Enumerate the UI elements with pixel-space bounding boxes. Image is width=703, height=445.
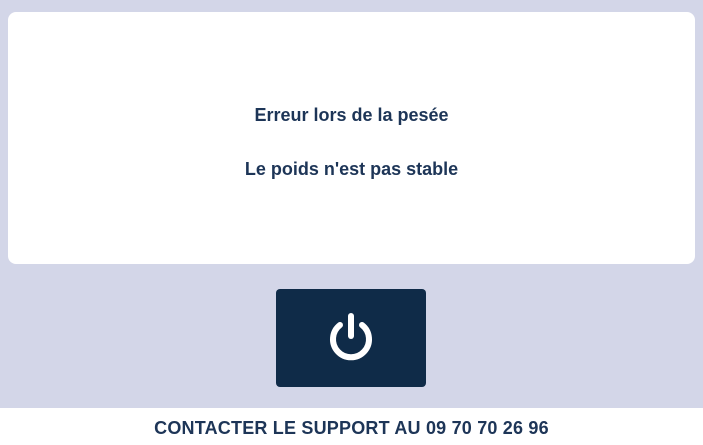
power-icon (330, 313, 372, 361)
support-contact-text: CONTACTER LE SUPPORT AU 09 70 70 26 96 (154, 418, 549, 438)
support-footer: CONTACTER LE SUPPORT AU 09 70 70 26 96 (0, 408, 703, 445)
error-message-card: Erreur lors de la pesée Le poids n'est p… (8, 12, 695, 264)
error-detail: Le poids n'est pas stable (244, 159, 459, 179)
power-button[interactable] (276, 289, 426, 387)
error-title: Erreur lors de la pesée (254, 105, 449, 125)
